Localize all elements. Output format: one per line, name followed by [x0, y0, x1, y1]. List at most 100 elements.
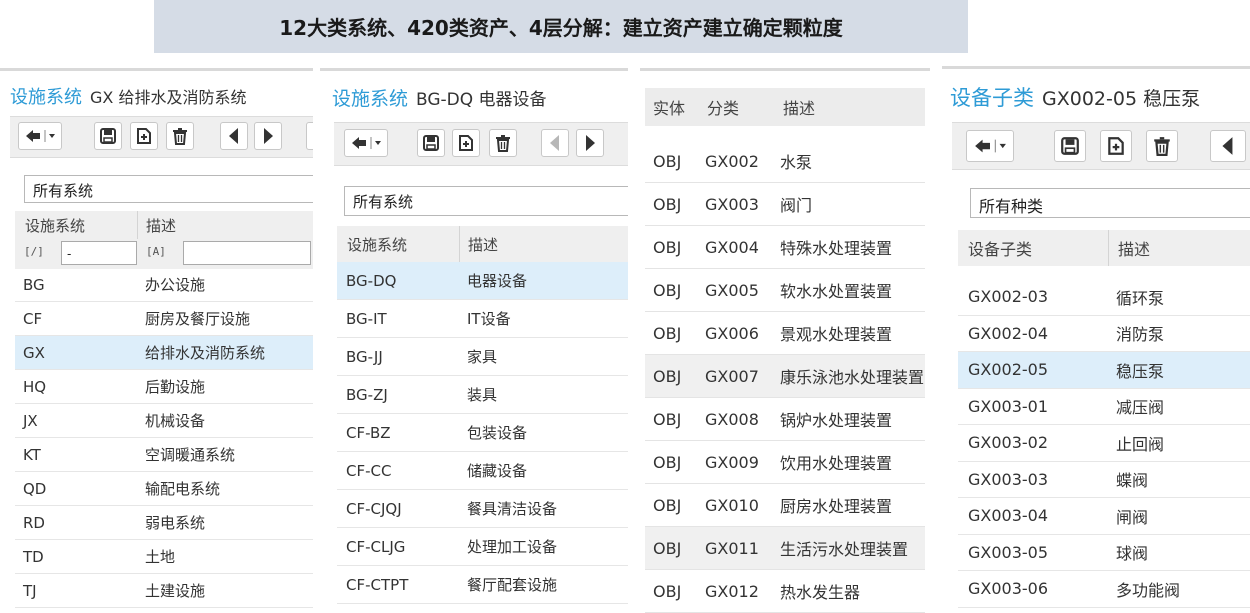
- table-row[interactable]: OBJ GX003 阀门: [645, 183, 925, 226]
- back-button[interactable]: [344, 129, 388, 157]
- row-code: JX: [23, 411, 38, 430]
- column-header-class[interactable]: 分类: [707, 88, 739, 126]
- row-desc: 软水水处置装置: [780, 282, 893, 301]
- previous-button[interactable]: [541, 129, 569, 157]
- table-row-selected[interactable]: GX 给排水及消防系统: [15, 336, 313, 370]
- column-header-desc[interactable]: 描述: [1118, 230, 1150, 266]
- back-button[interactable]: [966, 130, 1014, 162]
- table-row[interactable]: CF 厨房及餐厅设施: [15, 302, 313, 336]
- table-row[interactable]: BG 办公设施: [15, 268, 313, 302]
- table-row[interactable]: GX003-04 闸阀: [958, 498, 1250, 535]
- table-row[interactable]: HQ 后勤设施: [15, 370, 313, 404]
- column-header-code[interactable]: 设备子类: [968, 230, 1032, 266]
- previous-button[interactable]: [220, 122, 248, 150]
- table-row[interactable]: OBJ GX006 景观水处理装置: [645, 312, 925, 355]
- new-record-button[interactable]: [1100, 130, 1132, 162]
- delete-button[interactable]: [166, 122, 194, 150]
- table-row[interactable]: BG-IT IT设备: [337, 300, 628, 338]
- table-row[interactable]: GX003-02 止回阀: [958, 425, 1250, 462]
- system-filter-select[interactable]: 所有系统: [344, 186, 628, 216]
- next-icon: [264, 128, 273, 144]
- panel-title: 设备子类 GX002-05 稳压泵: [950, 82, 1200, 112]
- row-desc: 蝶阀: [1116, 471, 1149, 491]
- save-button[interactable]: [94, 122, 122, 150]
- table-row[interactable]: JX 机械设备: [15, 404, 313, 438]
- next-button[interactable]: [254, 122, 282, 150]
- new-record-button[interactable]: [130, 122, 158, 150]
- delete-button[interactable]: [1146, 130, 1178, 162]
- new-record-button[interactable]: [452, 129, 480, 157]
- grid-header: 设施系统 描述: [337, 226, 628, 262]
- row-entity: OBJ: [653, 581, 682, 601]
- table-row[interactable]: OBJ GX010 厨房水处理装置: [645, 484, 925, 527]
- filter-desc-input[interactable]: [183, 241, 311, 265]
- table-row[interactable]: GX002-03 循环泵: [958, 279, 1250, 316]
- table-row-selected[interactable]: BG-DQ 电器设备: [337, 262, 628, 300]
- table-row[interactable]: OBJ GX008 锅炉水处理装置: [645, 398, 925, 441]
- row-desc: 闸阀: [1116, 507, 1149, 527]
- row-desc: 多功能阀: [1116, 580, 1181, 600]
- column-header-code[interactable]: 设施系统: [25, 211, 85, 239]
- system-filter-select[interactable]: 所有系统: [24, 175, 313, 203]
- table-row[interactable]: GX003-01 减压阀: [958, 389, 1250, 425]
- row-code: CF-CC: [346, 461, 392, 480]
- row-desc: 水泵: [780, 153, 813, 172]
- table-row[interactable]: OBJ GX002 水泵: [645, 140, 925, 183]
- row-entity: OBJ: [653, 323, 682, 343]
- column-header-desc[interactable]: 描述: [468, 226, 498, 262]
- column-header-code[interactable]: 设施系统: [347, 226, 407, 262]
- table-row[interactable]: KT 空调暖通系统: [15, 438, 313, 472]
- next-button[interactable]: [576, 129, 604, 157]
- table-row[interactable]: OBJ GX004 特殊水处理装置: [645, 226, 925, 269]
- row-desc: 循环泵: [1116, 288, 1165, 308]
- filter-row: [/] [A]: [15, 239, 313, 269]
- table-row[interactable]: GX003-03 蝶阀: [958, 462, 1250, 498]
- table-row[interactable]: GX003-06 多功能阀: [958, 571, 1250, 608]
- next-icon: [586, 135, 595, 151]
- table-row[interactable]: OBJ GX005 软水水处置装置: [645, 269, 925, 312]
- table-row[interactable]: TD 土地: [15, 540, 313, 574]
- table-row[interactable]: QD 输配电系统: [15, 472, 313, 506]
- delete-button[interactable]: [489, 129, 517, 157]
- table-row[interactable]: TJ 土建设施: [15, 574, 313, 608]
- table-row[interactable]: OBJ GX009 饮用水处理装置: [645, 441, 925, 484]
- row-code: CF: [23, 309, 43, 328]
- table-row[interactable]: OBJ GX011 生活污水处理装置: [645, 527, 925, 570]
- subsystem-grid: 设施系统 描述 BG-DQ 电器设备 BG-IT IT设备 BG-JJ 家具 BG-Z…: [337, 226, 628, 611]
- table-row[interactable]: OBJ GX007 康乐泳池水处理装置: [645, 355, 925, 398]
- filter-code-input[interactable]: [61, 241, 137, 265]
- table-row[interactable]: CF-BZ 包装设备: [337, 414, 628, 452]
- table-row[interactable]: CF-CC 储藏设备: [337, 452, 628, 490]
- row-class: GX003: [705, 194, 759, 214]
- table-row[interactable]: CF-CTPT 餐厅配套设施: [337, 566, 628, 604]
- row-code: BG: [23, 275, 45, 294]
- toolbar: [334, 122, 628, 166]
- more-button[interactable]: [306, 122, 313, 150]
- row-entity: OBJ: [653, 538, 682, 558]
- column-header-desc[interactable]: 描述: [783, 88, 815, 126]
- row-code: TD: [23, 547, 44, 566]
- row-code: GX002-04: [968, 323, 1049, 343]
- table-row[interactable]: BG-JJ 家具: [337, 338, 628, 376]
- table-row[interactable]: BG-ZJ 装具: [337, 376, 628, 414]
- table-row-selected[interactable]: GX002-05 稳压泵: [958, 352, 1250, 389]
- panel-title: 设施系统 GX 给排水及消防系统: [10, 83, 246, 109]
- filter-code-icon[interactable]: [/]: [24, 245, 44, 258]
- table-row[interactable]: GX003-05 球阀: [958, 535, 1250, 571]
- save-button[interactable]: [1054, 130, 1086, 162]
- table-row[interactable]: OBJ GX012 热水发生器: [645, 570, 925, 613]
- row-desc: 阀门: [780, 196, 813, 215]
- table-row[interactable]: CF-CJQJ 餐具清洁设备: [337, 490, 628, 528]
- table-row[interactable]: CF-CLJG 处理加工设备: [337, 528, 628, 566]
- column-header-entity[interactable]: 实体: [653, 88, 685, 126]
- table-row[interactable]: GX002-04 消防泵: [958, 316, 1250, 352]
- table-row[interactable]: RD 弱电系统: [15, 506, 313, 540]
- save-button[interactable]: [417, 129, 445, 157]
- column-header-desc[interactable]: 描述: [146, 211, 176, 239]
- back-button[interactable]: [18, 122, 62, 150]
- previous-button[interactable]: [1210, 130, 1246, 162]
- row-desc: 止回阀: [1116, 434, 1165, 454]
- row-code: BG-JJ: [346, 347, 383, 366]
- kind-filter-select[interactable]: 所有种类: [970, 188, 1250, 218]
- filter-desc-icon[interactable]: [A]: [146, 245, 166, 258]
